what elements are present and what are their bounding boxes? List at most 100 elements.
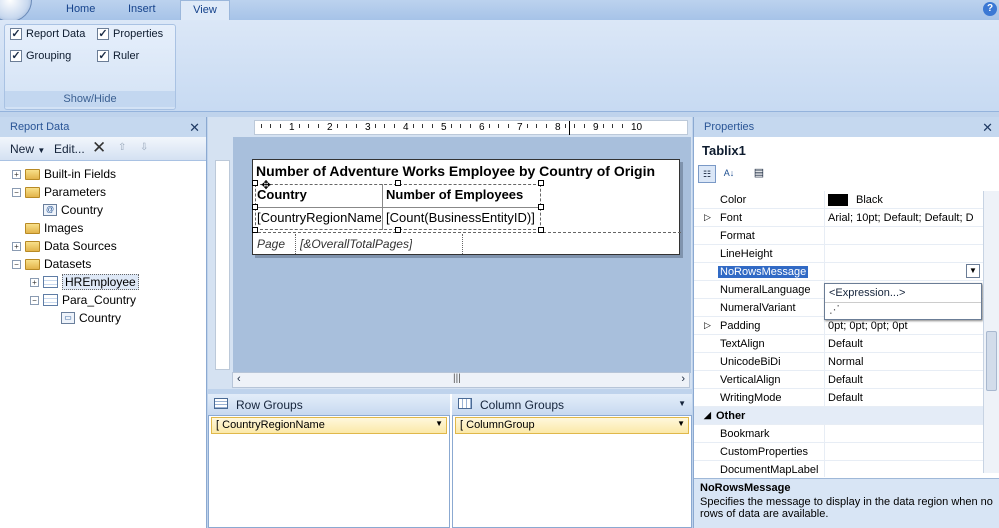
property-row[interactable]: VerticalAlign Default — [694, 371, 984, 389]
close-icon[interactable]: ✕ — [982, 120, 993, 136]
tree-item[interactable]: ▭ Country — [48, 309, 121, 327]
resize-handle[interactable] — [538, 227, 544, 233]
property-row[interactable]: UnicodeBiDi Normal — [694, 353, 984, 371]
property-row[interactable]: Font ▷ Arial; 10pt; Default; Default; D — [694, 209, 984, 227]
property-row[interactable]: Other ◢ — [694, 407, 984, 425]
new-menu-button[interactable]: New ▼ — [10, 142, 45, 156]
scroll-right-icon[interactable]: › — [681, 373, 685, 385]
edit-button[interactable]: Edit... — [54, 142, 85, 156]
property-row[interactable]: DocumentMapLabel — [694, 461, 984, 477]
expand-icon[interactable]: ▷ — [704, 212, 711, 223]
report-title-textbox[interactable]: Number of Adventure Works Employee by Co… — [256, 163, 655, 179]
property-value[interactable]: Black — [828, 194, 982, 207]
data-cell-country[interactable]: [CountryRegionName — [257, 210, 381, 225]
application-button[interactable] — [0, 0, 32, 22]
move-down-icon[interactable]: ⇩ — [140, 142, 148, 153]
footer-page-label[interactable]: Page — [257, 237, 285, 251]
grouping-checkbox[interactable]: ✓ Grouping — [10, 50, 71, 62]
alphabetical-icon[interactable]: A↓ — [720, 165, 738, 183]
tab-insert[interactable]: Insert — [128, 3, 156, 15]
checkbox-label: Ruler — [113, 50, 140, 62]
move-icon[interactable]: ✥ — [261, 178, 271, 192]
tree-item[interactable]: + Data Sources — [12, 237, 117, 255]
property-pages-icon[interactable]: ▤ — [750, 165, 768, 183]
tab-view[interactable]: View — [180, 0, 230, 21]
tree-item[interactable]: + Built-in Fields — [12, 165, 116, 183]
report-data-checkbox[interactable]: ✓ Report Data — [10, 28, 85, 40]
selected-object-name[interactable]: Tablix1 — [702, 143, 746, 158]
scroll-thumb-grip-icon[interactable]: ||| — [453, 373, 461, 384]
dropdown-arrow-icon[interactable]: ▼ — [435, 419, 443, 428]
property-value[interactable]: Default — [828, 374, 982, 386]
move-up-icon[interactable]: ⇧ — [118, 142, 126, 153]
property-row[interactable]: CustomProperties — [694, 443, 984, 461]
horizontal-ruler: 1 2 3 4 5 6 7 8 9 10 — [254, 120, 688, 135]
property-name: CustomProperties — [720, 446, 809, 458]
expand-icon[interactable]: + — [30, 277, 39, 287]
column-groups-header: Column Groups ▼ — [452, 394, 692, 415]
footer-total-pages[interactable]: [&OverallTotalPages] — [300, 237, 412, 251]
resize-grip-icon[interactable]: ⋰ — [825, 303, 981, 316]
dropdown-arrow-icon[interactable]: ▼ — [966, 264, 980, 278]
properties-scrollbar[interactable] — [983, 191, 999, 473]
property-row[interactable]: NoRowsMessage ▼ — [694, 263, 984, 281]
tree-item[interactable]: − Datasets — [12, 255, 91, 273]
resize-handle[interactable] — [538, 204, 544, 210]
property-name: Format — [720, 230, 755, 242]
properties-checkbox[interactable]: ✓ Properties — [97, 28, 163, 40]
property-value[interactable]: Default — [828, 338, 982, 350]
tree-item[interactable]: @ Country — [30, 201, 103, 219]
collapse-icon[interactable]: − — [30, 295, 39, 305]
property-row[interactable]: WritingMode Default — [694, 389, 984, 407]
resize-handle[interactable] — [252, 227, 258, 233]
dropdown-arrow-icon[interactable]: ▼ — [677, 419, 685, 428]
header-cell-employees[interactable]: Number of Employees — [386, 187, 523, 202]
property-value[interactable]: 0pt; 0pt; 0pt; 0pt — [828, 320, 982, 332]
expand-icon[interactable]: + — [12, 169, 21, 179]
resize-handle[interactable] — [252, 180, 258, 186]
row-group-item[interactable]: [ CountryRegionName ▼ — [211, 417, 447, 434]
property-row[interactable]: LineHeight — [694, 245, 984, 263]
tree-item[interactable]: − Para_Country — [30, 291, 136, 309]
resize-handle[interactable] — [252, 204, 258, 210]
tree-item[interactable]: + HREmployee — [30, 273, 139, 291]
categorized-icon[interactable]: ☷ — [698, 165, 716, 183]
data-cell-count[interactable]: [Count(BusinessEntityID)] — [386, 210, 535, 225]
ruler-tick — [355, 124, 357, 128]
property-row[interactable]: TextAlign Default — [694, 335, 984, 353]
dropdown-arrow-icon[interactable]: ▼ — [678, 399, 686, 408]
property-value[interactable]: Default — [828, 392, 982, 404]
property-row[interactable]: Format — [694, 227, 984, 245]
collapse-icon[interactable]: − — [12, 259, 21, 269]
horizontal-scrollbar[interactable]: ‹ ||| › — [232, 372, 690, 388]
help-icon[interactable]: ? — [983, 2, 997, 16]
property-row[interactable]: Bookmark — [694, 425, 984, 443]
dataset-icon — [43, 276, 58, 288]
property-value[interactable]: Arial; 10pt; Default; Default; D — [828, 212, 982, 224]
new-label: New — [10, 142, 35, 156]
property-grid: Color Black Font ▷ Arial; 10pt; Default; Def… — [694, 191, 984, 477]
column-group-item[interactable]: [ ColumnGroup ▼ — [455, 417, 689, 434]
ruler-checkbox[interactable]: ✓ Ruler — [97, 50, 139, 62]
close-icon[interactable]: ✕ — [189, 120, 200, 136]
dropdown-option-expression[interactable]: <Expression...> — [825, 284, 981, 303]
ruler-mark-1: 1 — [289, 122, 295, 133]
scroll-left-icon[interactable]: ‹ — [237, 373, 241, 385]
delete-icon[interactable]: ✕ — [92, 138, 106, 158]
property-value[interactable]: Normal — [828, 356, 982, 368]
report-body[interactable]: Number of Adventure Works Employee by Co… — [252, 159, 681, 255]
collapse-icon[interactable]: − — [12, 187, 21, 197]
property-name: DocumentMapLabel — [720, 464, 819, 476]
resize-handle[interactable] — [538, 180, 544, 186]
tab-home[interactable]: Home — [66, 3, 95, 15]
property-row[interactable]: Color Black — [694, 191, 984, 209]
expand-icon[interactable]: ▷ — [704, 320, 711, 331]
resize-handle[interactable] — [395, 227, 401, 233]
tree-item[interactable]: − Parameters — [12, 183, 106, 201]
expand-icon[interactable]: + — [12, 241, 21, 251]
scroll-thumb[interactable] — [986, 331, 997, 391]
no-rows-dropdown[interactable]: <Expression...> ⋰ — [824, 283, 982, 320]
resize-handle[interactable] — [395, 180, 401, 186]
collapse-icon[interactable]: ◢ — [704, 410, 711, 421]
tree-item[interactable]: Images — [12, 219, 83, 237]
